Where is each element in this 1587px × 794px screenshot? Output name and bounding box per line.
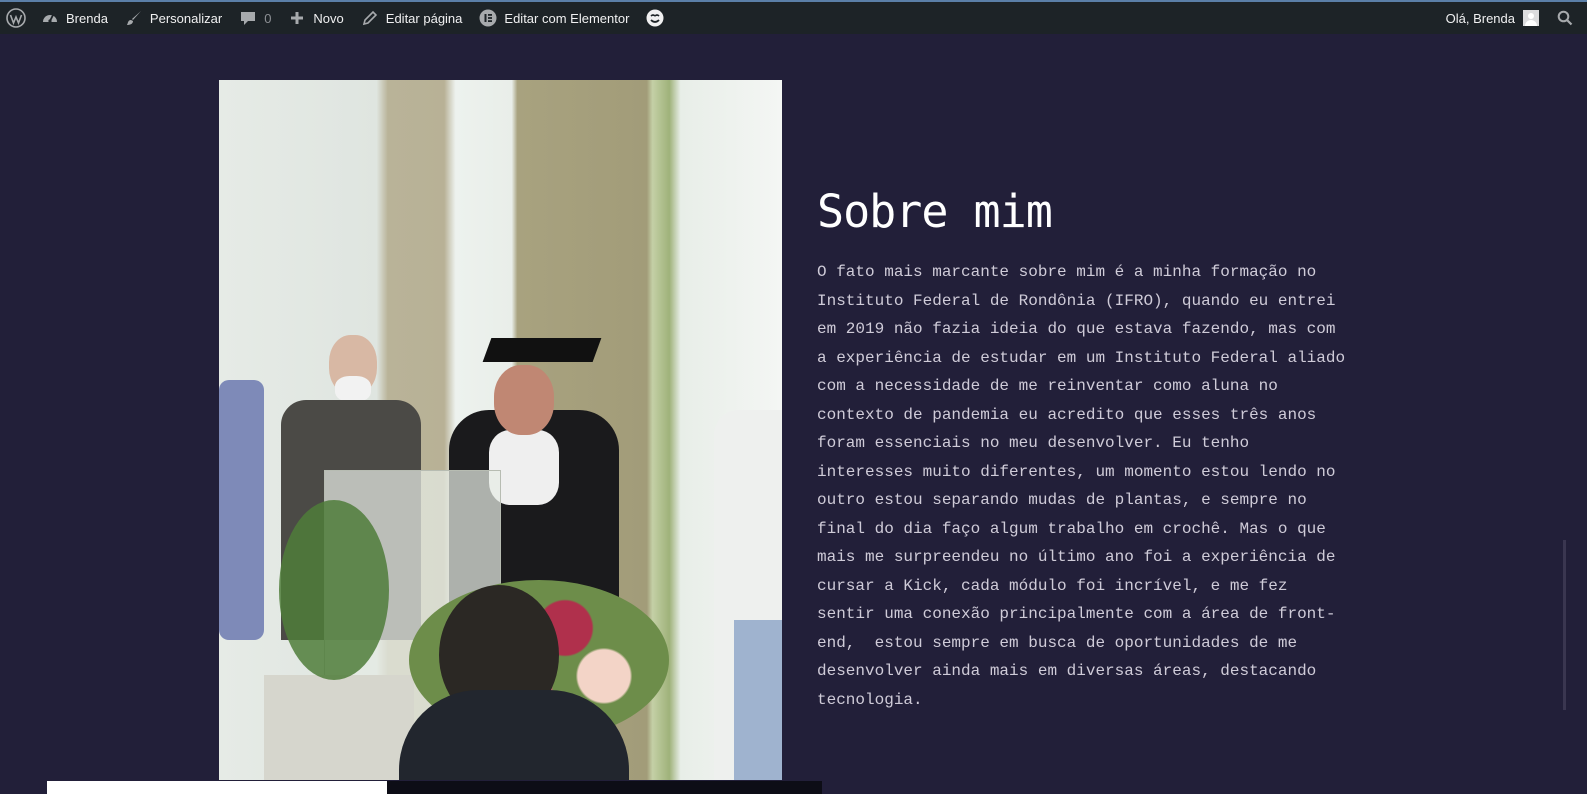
edit-page-label: Editar página bbox=[385, 10, 463, 26]
search-button[interactable] bbox=[1547, 2, 1587, 34]
about-section: Sobre mim O fato mais marcante sobre mim… bbox=[817, 186, 1357, 714]
wordpress-logo-icon bbox=[6, 8, 26, 28]
site-name-label: Brenda bbox=[66, 10, 108, 26]
comment-icon bbox=[238, 8, 258, 28]
customize-menu[interactable]: Personalizar bbox=[116, 2, 230, 34]
elementor-icon bbox=[478, 8, 498, 28]
about-title: Sobre mim bbox=[817, 185, 1053, 238]
vertical-scrollbar[interactable] bbox=[1563, 540, 1566, 710]
horizontal-scrollbar-segment bbox=[387, 781, 822, 794]
edit-page-menu[interactable]: Editar página bbox=[352, 2, 471, 34]
comments-menu[interactable]: 0 bbox=[230, 2, 279, 34]
dashboard-icon bbox=[40, 8, 60, 28]
comments-count: 0 bbox=[264, 10, 272, 26]
photo-graduate-cap bbox=[482, 338, 602, 362]
photo-person-left-shirt bbox=[219, 380, 264, 640]
photo-audience-body bbox=[399, 690, 629, 794]
photo-person-right-jeans bbox=[734, 620, 782, 794]
avatar bbox=[1523, 10, 1539, 26]
photo-graduate-face bbox=[494, 365, 554, 435]
customize-label: Personalizar bbox=[149, 10, 223, 26]
search-icon bbox=[1555, 8, 1575, 28]
edit-elementor-label: Editar com Elementor bbox=[504, 10, 630, 26]
brush-icon bbox=[124, 8, 144, 28]
photo-plant-base bbox=[264, 675, 414, 794]
plus-icon bbox=[287, 8, 307, 28]
pencil-icon bbox=[360, 8, 380, 28]
wordpress-menu[interactable] bbox=[0, 2, 32, 34]
theme-icon bbox=[645, 8, 665, 28]
horizontal-scrollbar-thumb[interactable] bbox=[47, 781, 387, 794]
site-name-menu[interactable]: Brenda bbox=[32, 2, 116, 34]
new-content-menu[interactable]: Novo bbox=[279, 2, 351, 34]
new-label: Novo bbox=[313, 10, 344, 26]
photo-man-mask bbox=[335, 376, 371, 402]
photo-plant-leaves bbox=[279, 500, 389, 680]
theme-menu[interactable] bbox=[637, 2, 679, 34]
wp-admin-bar: Brenda Personalizar 0 Novo Editar página… bbox=[0, 0, 1587, 34]
about-text: O fato mais marcante sobre mim é a minha… bbox=[817, 263, 1346, 709]
my-account-menu[interactable]: Olá, Brenda bbox=[1438, 2, 1547, 34]
greeting-label: Olá, Brenda bbox=[1445, 10, 1515, 26]
edit-elementor-menu[interactable]: Editar com Elementor bbox=[470, 2, 637, 34]
graduation-photo bbox=[219, 80, 782, 794]
